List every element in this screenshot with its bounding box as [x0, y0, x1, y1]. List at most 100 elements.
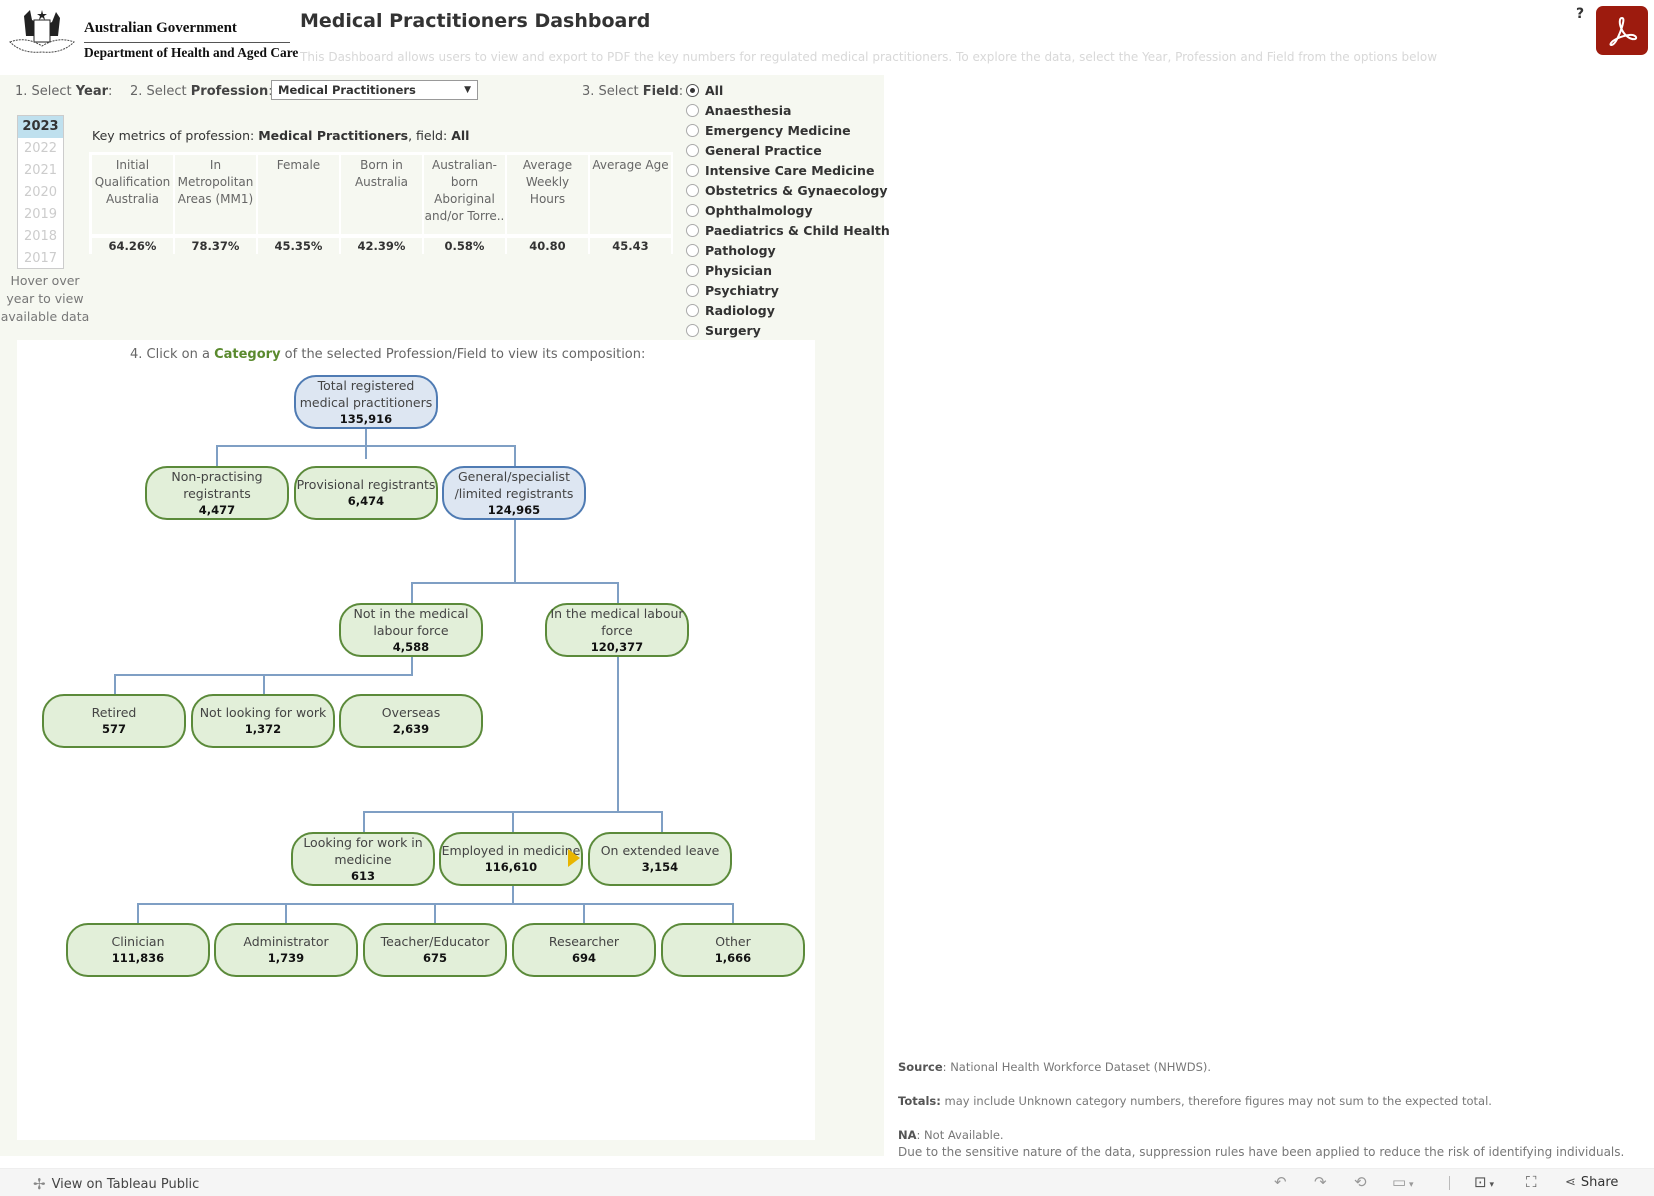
- node-retired[interactable]: Retired 577: [42, 694, 186, 748]
- field-option[interactable]: Physician: [686, 260, 890, 280]
- node-label: Retired: [91, 705, 137, 720]
- node-overseas[interactable]: Overseas 2,639: [339, 694, 483, 748]
- km-column: Average Age 45.43: [590, 155, 671, 254]
- field-option[interactable]: Obstetrics & Gynaecology: [686, 180, 890, 200]
- tree-connector: [263, 674, 265, 694]
- node-employed-in-medicine[interactable]: Employed in medicine 116,610: [439, 832, 583, 886]
- km-field-prefix: , field:: [408, 128, 452, 143]
- dropdown-caret-icon: ▼: [464, 85, 471, 95]
- field-option[interactable]: Intensive Care Medicine: [686, 160, 890, 180]
- radio-icon[interactable]: [686, 303, 699, 317]
- pause-updates-icon[interactable]: ▭ ▾: [1392, 1173, 1414, 1191]
- node-researcher[interactable]: Researcher 694: [512, 923, 656, 977]
- node-provisional[interactable]: Provisional registrants 6,474: [294, 466, 438, 520]
- node-looking-for-work[interactable]: Looking for work in medicine 613: [291, 832, 435, 886]
- field-option[interactable]: Ophthalmology: [686, 200, 890, 220]
- field-option[interactable]: Radiology: [686, 300, 890, 320]
- year-option[interactable]: 2022: [18, 138, 63, 160]
- node-other[interactable]: Other 1,666: [661, 923, 805, 977]
- radio-icon[interactable]: [686, 143, 699, 157]
- radio-icon[interactable]: [686, 203, 699, 217]
- expand-arrow-icon[interactable]: [568, 849, 580, 867]
- radio-icon[interactable]: [686, 103, 699, 117]
- radio-icon[interactable]: [686, 263, 699, 277]
- node-value: 111,836: [111, 951, 165, 965]
- year-selector[interactable]: 2023 2022 2021 2020 2019 2018 2017: [17, 115, 64, 269]
- totals-note-text: may include Unknown category numbers, th…: [940, 1094, 1492, 1108]
- node-in-labour-force[interactable]: In the medical labour force 120,377: [545, 603, 689, 657]
- node-non-practising[interactable]: Non-practising registrants 4,477: [145, 466, 289, 520]
- node-not-looking[interactable]: Not looking for work 1,372: [191, 694, 335, 748]
- node-teacher-educator[interactable]: Teacher/Educator 675: [363, 923, 507, 977]
- node-label: Other: [715, 934, 751, 949]
- field-radio-group[interactable]: All Anaesthesia Emergency Medicine Gener…: [686, 80, 890, 340]
- fullscreen-icon[interactable]: ⛶: [1526, 1173, 1537, 1191]
- node-label: Overseas: [381, 705, 441, 720]
- node-extended-leave[interactable]: On extended leave 3,154: [588, 832, 732, 886]
- profession-dropdown[interactable]: Medical Practitioners ▼: [271, 80, 478, 100]
- radio-icon[interactable]: [686, 223, 699, 237]
- dashboard-subtitle: This Dashboard allows users to view and …: [300, 50, 1438, 64]
- year-option[interactable]: 2023: [18, 116, 63, 138]
- source-note-text: : National Health Workforce Dataset (NHW…: [942, 1060, 1212, 1074]
- field-option[interactable]: Psychiatry: [686, 280, 890, 300]
- node-value: 1,666: [714, 951, 752, 965]
- node-label: In the medical labour force: [550, 605, 684, 638]
- radio-icon[interactable]: [686, 123, 699, 137]
- key-metrics-title: Key metrics of profession: Medical Pract…: [92, 128, 469, 143]
- year-option[interactable]: 2021: [18, 160, 63, 182]
- undo-icon[interactable]: ↶: [1274, 1173, 1287, 1191]
- km-column: In Metropolitan Areas (MM1) 78.37%: [175, 155, 256, 254]
- node-general-specialist[interactable]: General/specialist /limited registrants 1…: [442, 466, 586, 520]
- radio-icon[interactable]: [686, 323, 699, 337]
- help-icon[interactable]: ?: [1576, 6, 1584, 22]
- radio-icon[interactable]: [686, 243, 699, 257]
- year-option[interactable]: 2019: [18, 204, 63, 226]
- revert-icon[interactable]: ⟲: [1354, 1173, 1367, 1191]
- km-value: 45.35%: [258, 238, 339, 254]
- radio-icon[interactable]: [686, 163, 699, 177]
- node-administrator[interactable]: Administrator 1,739: [214, 923, 358, 977]
- download-icon[interactable]: ⊡ ▾: [1474, 1173, 1494, 1191]
- year-option[interactable]: 2017: [18, 248, 63, 270]
- tree-instruction: 4. Click on a Category of the selected P…: [130, 347, 645, 362]
- field-option[interactable]: Surgery: [686, 320, 890, 340]
- profession-dropdown-value: Medical Practitioners: [278, 83, 416, 97]
- radio-icon[interactable]: [686, 283, 699, 297]
- tree-connector: [114, 674, 116, 694]
- dashboard-title: Medical Practitioners Dashboard: [300, 10, 651, 32]
- field-option-label: Psychiatry: [705, 282, 779, 298]
- tree-connector: [216, 445, 218, 466]
- field-label-colon: :: [678, 84, 684, 99]
- view-on-tableau-link[interactable]: ✢ View on Tableau Public: [33, 1175, 199, 1193]
- field-option[interactable]: Emergency Medicine: [686, 120, 890, 140]
- field-option[interactable]: General Practice: [686, 140, 890, 160]
- field-label-prefix: 3. Select: [582, 84, 643, 99]
- node-clinician[interactable]: Clinician 111,836: [66, 923, 210, 977]
- node-label: Researcher: [548, 934, 620, 949]
- field-option[interactable]: All: [686, 80, 890, 100]
- tree-instruction-prefix: 4. Click on a: [130, 347, 215, 362]
- tree-connector: [365, 429, 367, 459]
- field-option[interactable]: Pathology: [686, 240, 890, 260]
- tree-connector: [512, 884, 514, 904]
- km-profession: Medical Practitioners: [258, 128, 409, 143]
- field-option[interactable]: Paediatrics & Child Health: [686, 220, 890, 240]
- node-total-registered[interactable]: Total registered medical practitioners 13…: [294, 375, 438, 429]
- km-column: Australian-born Aboriginal and/or Torre.…: [424, 155, 505, 254]
- redo-icon[interactable]: ↷: [1314, 1173, 1327, 1191]
- year-label-prefix: 1. Select: [15, 84, 76, 99]
- km-header: In Metropolitan Areas (MM1): [175, 155, 256, 234]
- field-option[interactable]: Anaesthesia: [686, 100, 890, 120]
- node-not-in-labour-force[interactable]: Not in the medical labour force 4,588: [339, 603, 483, 657]
- pdf-export-button[interactable]: [1596, 6, 1648, 55]
- year-option[interactable]: 2020: [18, 182, 63, 204]
- radio-selected-icon[interactable]: [686, 83, 699, 97]
- australian-government-crest-logo: [6, 6, 78, 62]
- radio-icon[interactable]: [686, 183, 699, 197]
- field-option-label: General Practice: [705, 142, 822, 158]
- tree-connector: [363, 811, 365, 832]
- year-option[interactable]: 2018: [18, 226, 63, 248]
- node-value: 1,372: [244, 722, 282, 736]
- share-button[interactable]: ⋖ Share: [1565, 1175, 1618, 1190]
